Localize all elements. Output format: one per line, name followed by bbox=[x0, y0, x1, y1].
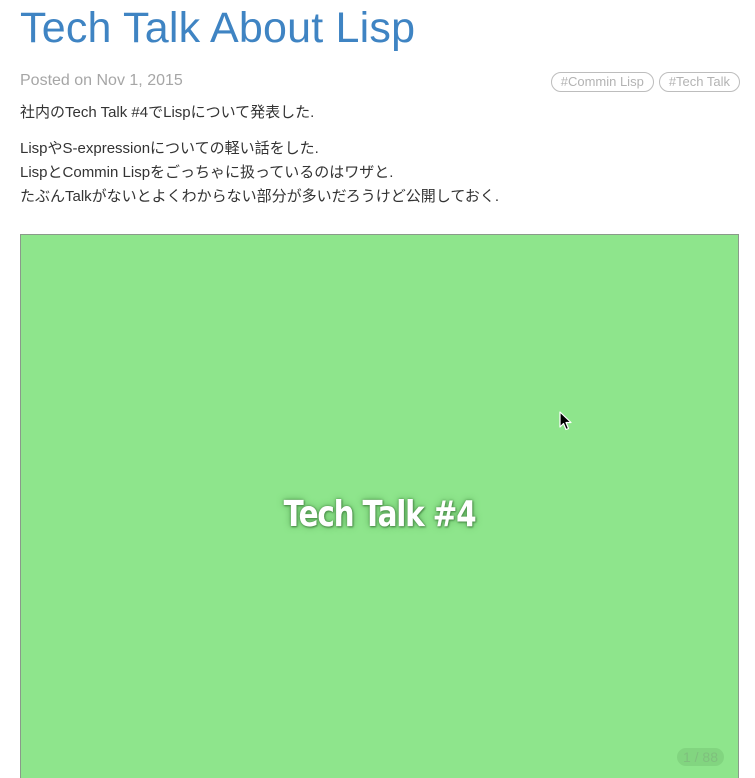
tag-commin-lisp[interactable]: #Commin Lisp bbox=[550, 72, 654, 92]
mouse-pointer-icon bbox=[559, 411, 572, 431]
slide-title: Tech Talk #4 bbox=[283, 494, 477, 535]
post-title[interactable]: Tech Talk About Lisp bbox=[20, 4, 415, 53]
slide-counter: 1 / 88 bbox=[676, 748, 724, 766]
paragraph-details: LispやS-expressionについての軽い話をした. LispとCommi… bbox=[20, 137, 740, 209]
paragraph-line: LispやS-expressionについての軽い話をした. bbox=[20, 140, 319, 157]
post-date: Posted on Nov 1, 2015 bbox=[20, 72, 183, 89]
paragraph-intro: 社内のTech Talk #4でLispについて発表した. bbox=[20, 104, 315, 121]
post-body: 社内のTech Talk #4でLispについて発表した. LispやS-exp… bbox=[20, 101, 740, 209]
paragraph-line: たぶんTalkがないとよくわからない部分が多いだろうけど公開しておく. bbox=[20, 188, 500, 205]
slide-viewer[interactable]: Tech Talk #4 1 / 88 bbox=[20, 234, 739, 778]
post-meta: Posted on Nov 1, 2015 #Commin Lisp #Tech… bbox=[20, 72, 740, 92]
tag-list: #Commin Lisp #Tech Talk bbox=[550, 72, 740, 92]
paragraph-line: LispとCommin Lispをごっちゃに扱っているのはワザと. bbox=[20, 164, 394, 181]
tag-tech-talk[interactable]: #Tech Talk bbox=[658, 72, 740, 92]
